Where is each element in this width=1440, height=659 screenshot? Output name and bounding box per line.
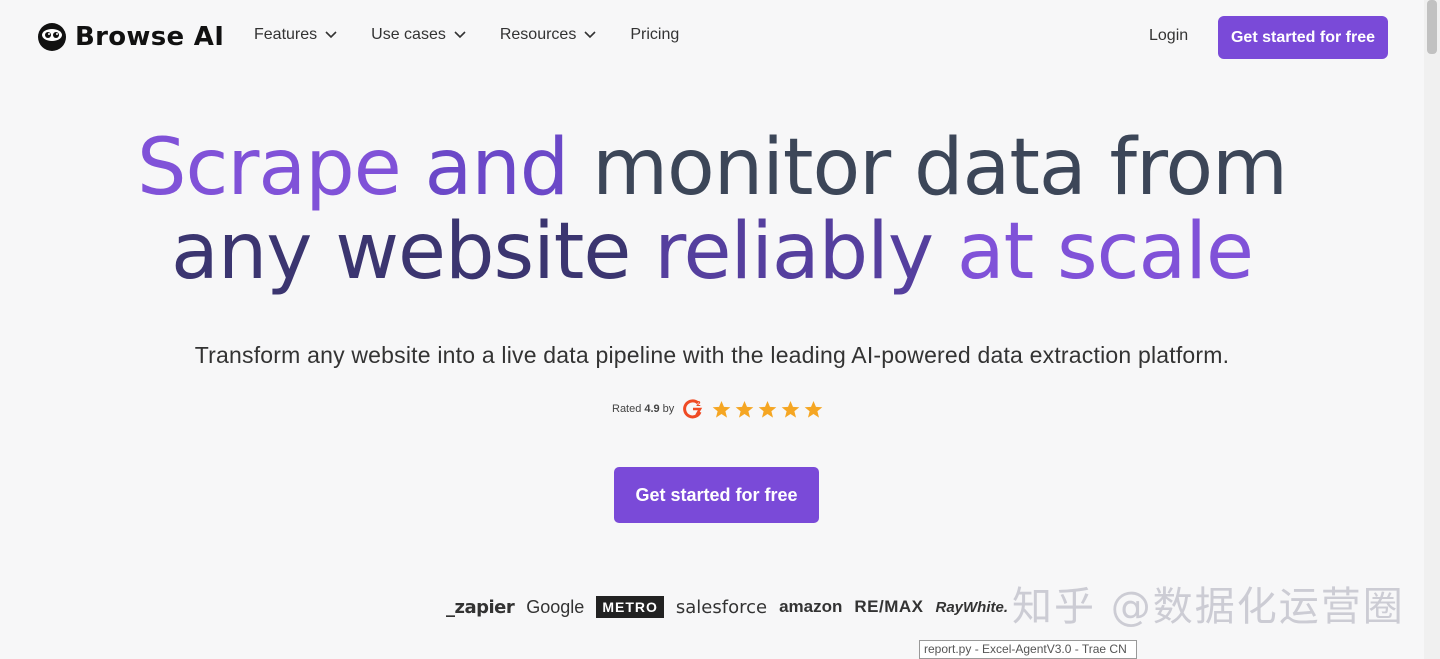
nav-use-cases[interactable]: Use cases xyxy=(371,26,466,44)
customer-logos: _zapier Google METRO salesforce amazon R… xyxy=(446,594,1020,620)
nav-use-cases-label: Use cases xyxy=(371,26,446,43)
get-started-header-button[interactable]: Get started for free xyxy=(1218,16,1388,59)
headline-word: reliably xyxy=(654,207,934,297)
headline-word: Scrape xyxy=(136,123,402,213)
headline-word: and xyxy=(424,123,570,213)
headline-word: at scale xyxy=(956,207,1254,297)
remax-logo: RE/MAX xyxy=(854,597,924,616)
nav-pricing[interactable]: Pricing xyxy=(630,26,679,44)
site-header: Browse AI Features Use cases Resources P… xyxy=(0,0,1424,76)
headline-line-1: Scrape and monitor data from xyxy=(0,126,1424,210)
salesforce-logo: salesforce xyxy=(675,596,768,618)
get-started-hero-button[interactable]: Get started for free xyxy=(614,467,819,523)
google-logo: Google xyxy=(526,596,585,617)
nav-features-label: Features xyxy=(254,26,318,43)
headline-line-2: any website reliably at scale xyxy=(0,210,1424,294)
nav-resources-label: Resources xyxy=(499,26,577,43)
brand-name: Browse AI xyxy=(75,22,225,52)
login-link[interactable]: Login xyxy=(1149,27,1188,45)
rating-prefix: Rated xyxy=(612,403,642,415)
star-icon xyxy=(804,400,823,418)
g2-rating: Rated 4.9 by 2 xyxy=(612,398,827,420)
raywhite-logo: RayWhite. xyxy=(935,598,1008,616)
star-icon xyxy=(758,400,777,418)
nav-resources[interactable]: Resources xyxy=(500,26,596,44)
robot-logo-icon xyxy=(38,23,66,51)
star-rating xyxy=(712,400,827,419)
star-icon xyxy=(712,400,731,418)
amazon-logo: amazon xyxy=(779,597,843,616)
nav-pricing-label: Pricing xyxy=(630,26,680,43)
browse-ai-logo[interactable]: Browse AI xyxy=(37,22,224,52)
nav-features[interactable]: Features xyxy=(254,26,337,44)
g2-logo-icon: 2 xyxy=(683,399,703,419)
scrollbar-thumb[interactable] xyxy=(1427,0,1437,54)
star-icon xyxy=(781,400,800,418)
hero-subtitle: Transform any website into a live data p… xyxy=(194,342,1230,368)
chevron-down-icon xyxy=(584,31,596,39)
star-icon xyxy=(735,400,754,418)
rating-suffix: by xyxy=(662,403,675,415)
svg-text:2: 2 xyxy=(696,400,701,408)
headline-word: monitor data from xyxy=(592,123,1288,213)
zhihu-watermark: 知乎 @数据化运营圈 xyxy=(1012,584,1405,630)
chevron-down-icon xyxy=(454,31,466,39)
chevron-down-icon xyxy=(325,31,337,39)
rating-value: 4.9 xyxy=(644,403,660,415)
headline-word: any website xyxy=(171,207,631,297)
zapier-logo: _zapier xyxy=(446,596,515,618)
main-nav: Features Use cases Resources Pricing xyxy=(254,26,713,44)
hero-headline: Scrape and monitor data from any website… xyxy=(0,126,1424,294)
taskbar-tooltip: report.py - Excel-AgentV3.0 - Trae CN xyxy=(919,640,1137,659)
page-scrollbar[interactable] xyxy=(1424,0,1440,659)
metro-logo: METRO xyxy=(596,596,664,618)
